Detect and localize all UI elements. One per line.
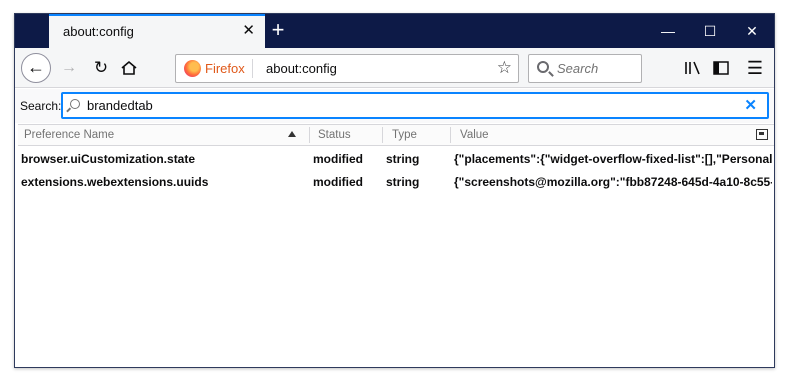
- new-tab-icon[interactable]: +: [265, 18, 291, 44]
- table-row[interactable]: extensions.webextensions.uuids modified …: [18, 171, 774, 193]
- table-header: Preference Name Status Type Value: [18, 124, 774, 146]
- maximize-icon[interactable]: ☐: [689, 14, 731, 48]
- column-divider[interactable]: [382, 127, 383, 143]
- column-divider[interactable]: [450, 127, 451, 143]
- tab-close-icon[interactable]: ✕: [242, 22, 255, 40]
- hamburger-menu-icon[interactable]: ☰: [741, 54, 769, 82]
- config-search-input[interactable]: brandedtab ✕: [61, 92, 769, 119]
- star-icon[interactable]: ☆: [497, 58, 512, 78]
- identity-label: Firefox: [205, 61, 245, 76]
- url-text[interactable]: about:config: [266, 61, 337, 76]
- forward-arrow-icon[interactable]: →: [55, 54, 83, 82]
- pref-value: {"screenshots@mozilla.org":"fbb87248-645…: [454, 175, 772, 189]
- pref-name: extensions.webextensions.uuids: [21, 175, 209, 189]
- pref-value: {"placements":{"widget-overflow-fixed-li…: [454, 152, 772, 166]
- library-icon[interactable]: [679, 54, 707, 82]
- table-row[interactable]: browser.uiCustomization.state modified s…: [18, 148, 774, 170]
- tab-title: about:config: [63, 24, 134, 39]
- reload-icon[interactable]: ↻: [87, 54, 115, 82]
- pref-type: string: [386, 175, 420, 189]
- config-search-value: brandedtab: [87, 98, 153, 113]
- sidebar-icon[interactable]: [707, 54, 735, 82]
- minimize-icon[interactable]: —: [647, 14, 689, 48]
- search-icon: [537, 61, 549, 73]
- home-icon[interactable]: [115, 54, 143, 82]
- column-header-type[interactable]: Type: [392, 129, 417, 141]
- config-search-label: Search:: [20, 99, 62, 113]
- pref-type: string: [386, 152, 420, 166]
- firefox-logo-icon: [184, 60, 201, 77]
- url-divider: [252, 59, 253, 78]
- pref-name: browser.uiCustomization.state: [21, 152, 196, 166]
- sort-ascending-icon: [288, 131, 296, 137]
- tab-about-config[interactable]: about:config ✕: [49, 14, 265, 48]
- navigation-toolbar: ← → ↻ Firefox about:config ☆ Search ☰: [15, 48, 774, 88]
- column-divider[interactable]: [309, 127, 310, 143]
- magnifier-icon: [70, 99, 80, 109]
- column-header-value[interactable]: Value: [460, 129, 489, 141]
- column-header-name[interactable]: Preference Name: [24, 129, 114, 141]
- column-header-status[interactable]: Status: [318, 129, 351, 141]
- column-picker-icon[interactable]: [756, 129, 768, 140]
- pref-status: modified: [313, 175, 363, 189]
- search-bar[interactable]: Search: [528, 54, 642, 83]
- pref-status: modified: [313, 152, 363, 166]
- browser-window: about:config ✕ + — ☐ ✕ ← → ↻ Firefox abo…: [14, 13, 775, 368]
- config-search-row: Search: brandedtab ✕: [15, 89, 774, 123]
- clear-search-icon[interactable]: ✕: [744, 96, 757, 114]
- url-bar[interactable]: Firefox about:config ☆: [175, 54, 519, 83]
- back-arrow-icon[interactable]: ←: [21, 53, 51, 83]
- title-bar: about:config ✕ + — ☐ ✕: [15, 14, 774, 48]
- search-placeholder: Search: [557, 61, 599, 76]
- close-window-icon[interactable]: ✕: [731, 14, 773, 48]
